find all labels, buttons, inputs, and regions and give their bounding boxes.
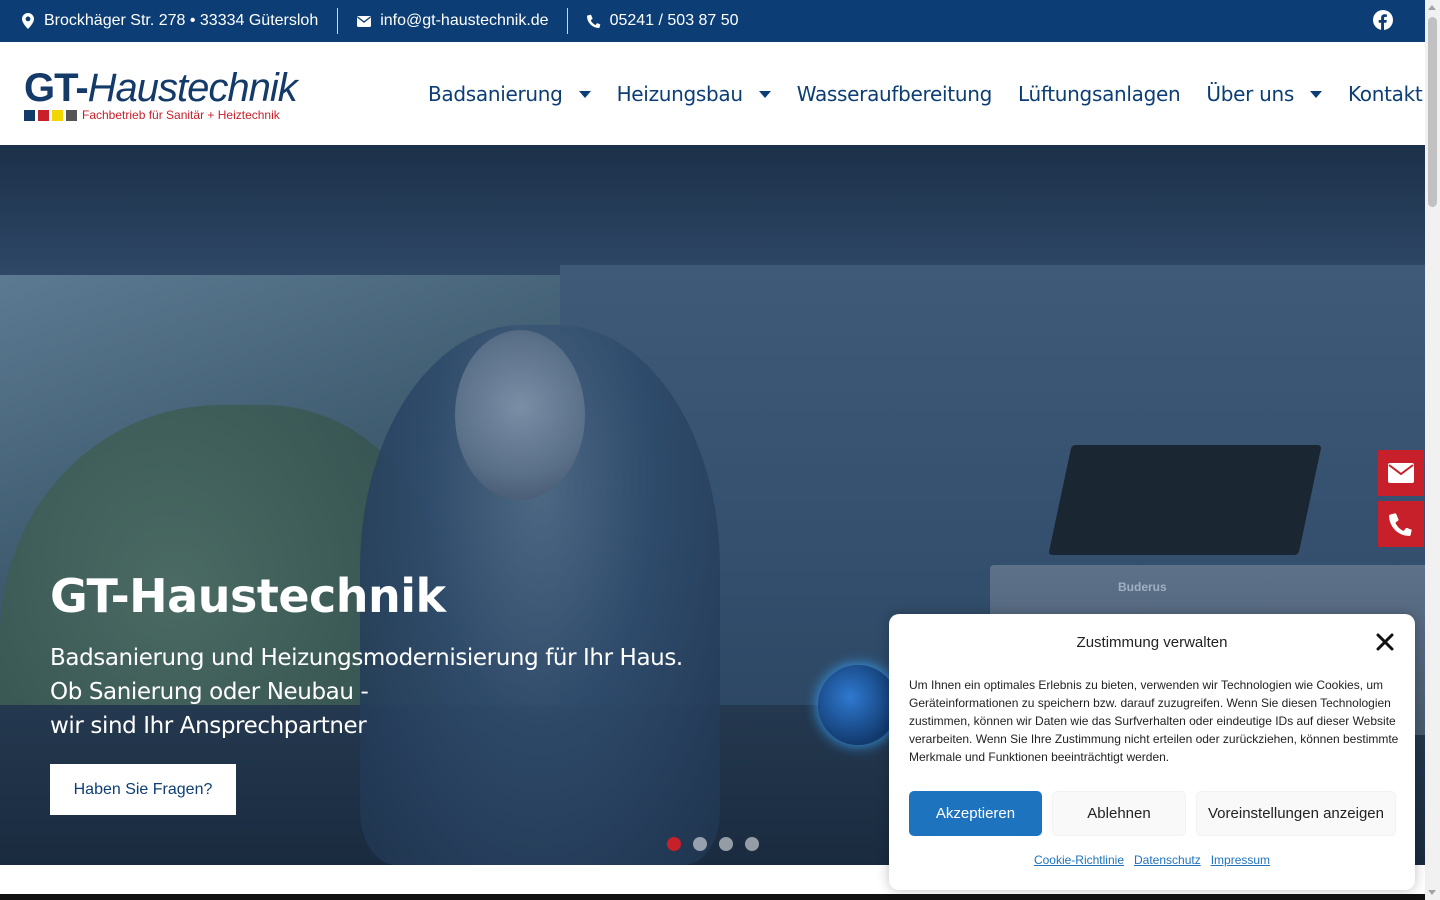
location-icon <box>20 13 36 29</box>
nav-label: Wasseraufbereitung <box>796 81 993 106</box>
imprint-link[interactable]: Impressum <box>1211 853 1270 867</box>
address-item[interactable]: Brockhäger Str. 278 • 33334 Gütersloh <box>0 0 337 42</box>
nav-item-wasseraufbereitung[interactable]: Wasseraufbereitung <box>796 81 993 106</box>
logo-color-squares <box>24 110 77 121</box>
phone-icon <box>586 13 602 29</box>
hero-subtitle: Badsanierung und Heizungsmodernisierung … <box>50 641 683 743</box>
scroll-up-arrow-icon[interactable] <box>1428 5 1436 10</box>
floating-contact-buttons <box>1378 450 1424 552</box>
hero-subtitle-line: wir sind Ihr Ansprechpartner <box>50 713 367 739</box>
nav-item-lueftungsanlagen[interactable]: Lüftungsanlagen <box>1018 81 1181 106</box>
page-scrollbar[interactable] <box>1425 0 1440 900</box>
slider-dot[interactable] <box>719 837 733 851</box>
slider-pagination <box>667 837 759 851</box>
top-contact-bar: Brockhäger Str. 278 • 33334 Gütersloh in… <box>0 0 1425 42</box>
cookie-button-row: Akzeptieren Ablehnen Voreinstellungen an… <box>909 791 1396 836</box>
slider-dot[interactable] <box>667 837 681 851</box>
logo-wordmark: GT-Haustechnik <box>24 66 298 110</box>
smart-orb-image <box>818 665 898 745</box>
facebook-icon[interactable] <box>1373 10 1393 30</box>
preferences-button[interactable]: Voreinstellungen anzeigen <box>1196 791 1396 836</box>
phone-icon <box>1389 513 1413 536</box>
caret-down-icon <box>578 91 591 98</box>
site-header: GT-Haustechnik Fachbetrieb für Sanitär +… <box>0 42 1440 145</box>
nav-label: Badsanierung <box>428 81 563 106</box>
privacy-link[interactable]: Datenschutz <box>1134 853 1201 867</box>
deny-button[interactable]: Ablehnen <box>1052 791 1186 836</box>
nav-label: Über uns <box>1206 81 1294 106</box>
cookie-policy-link[interactable]: Cookie-Richtlinie <box>1034 853 1124 867</box>
nav-item-badsanierung[interactable]: Badsanierung <box>428 82 591 106</box>
main-navigation: Badsanierung Heizungsbau Wasseraufbereit… <box>428 42 1440 145</box>
nav-label: Heizungsbau <box>616 81 744 106</box>
cookie-dialog-text: Um Ihnen ein optimales Erlebnis zu biete… <box>909 678 1399 764</box>
logo-square <box>24 110 35 121</box>
phone-item[interactable]: 05241 / 503 87 50 <box>568 0 739 42</box>
logo-square <box>66 110 77 121</box>
slider-dot[interactable] <box>693 837 707 851</box>
close-icon[interactable] <box>1376 633 1394 651</box>
cookie-consent-dialog: Zustimmung verwalten Um Ihnen ein optima… <box>889 614 1415 890</box>
cookie-links: Cookie-Richtlinie Datenschutz Impressum <box>889 853 1415 867</box>
envelope-icon <box>356 13 372 29</box>
floating-phone-button[interactable] <box>1378 501 1424 547</box>
accept-button[interactable]: Akzeptieren <box>909 791 1042 836</box>
hero-background-ceiling <box>0 145 1425 275</box>
logo-square <box>52 110 63 121</box>
hero-cta-button[interactable]: Haben Sie Fragen? <box>50 764 236 815</box>
phone-link: 05241 / 503 87 50 <box>609 12 739 29</box>
nav-label: Kontakt <box>1347 81 1423 106</box>
scrollbar-thumb[interactable] <box>1428 17 1437 207</box>
envelope-icon <box>1388 463 1414 483</box>
logo-tagline: Fachbetrieb für Sanitär + Heiztechnik <box>82 108 280 122</box>
hero-title: GT-Haustechnik <box>50 569 446 623</box>
hero-subtitle-line: Badsanierung und Heizungsmodernisierung … <box>50 645 683 671</box>
nav-item-heizungsbau[interactable]: Heizungsbau <box>617 82 771 106</box>
logo-square <box>38 110 49 121</box>
email-item[interactable]: info@gt-haustechnik.de <box>338 0 566 42</box>
caret-down-icon <box>1309 91 1322 98</box>
cookie-dialog-title: Zustimmung verwalten <box>1076 634 1228 651</box>
scroll-down-arrow-icon[interactable] <box>1428 890 1436 895</box>
device-brand-label: Buderus <box>1118 580 1167 594</box>
site-logo[interactable]: GT-Haustechnik Fachbetrieb für Sanitär +… <box>24 68 304 124</box>
email-link: info@gt-haustechnik.de <box>380 12 549 29</box>
hero-subtitle-line: Ob Sanierung oder Neubau - <box>50 679 369 705</box>
floating-email-button[interactable] <box>1378 450 1424 496</box>
heating-controller-image <box>1048 445 1322 555</box>
hero-person-head <box>455 330 585 500</box>
caret-down-icon <box>758 91 771 98</box>
slider-dot[interactable] <box>745 837 759 851</box>
address-text: Brockhäger Str. 278 • 33334 Gütersloh <box>44 12 319 29</box>
nav-label: Lüftungsanlagen <box>1018 81 1181 106</box>
next-section-edge <box>0 894 1425 900</box>
nav-item-ueber-uns[interactable]: Über uns <box>1206 82 1322 106</box>
